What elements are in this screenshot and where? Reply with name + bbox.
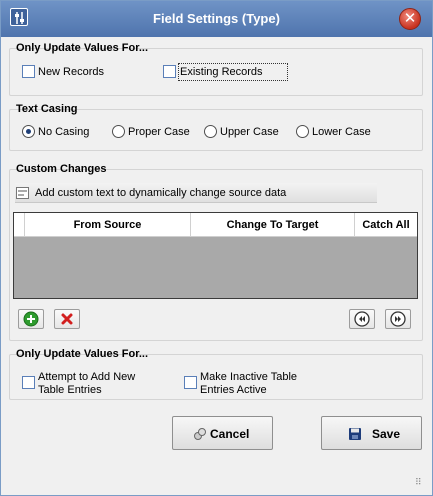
lower-case-radio[interactable] bbox=[296, 125, 309, 138]
add-custom-text-label: Add custom text to dynamically change so… bbox=[35, 187, 287, 199]
update-values-group-2-title: Only Update Values For... bbox=[16, 348, 149, 360]
no-casing-label[interactable]: No Casing bbox=[38, 126, 89, 138]
add-row-button[interactable] bbox=[18, 309, 44, 329]
no-casing-radio[interactable] bbox=[22, 125, 35, 138]
proper-case-radio[interactable] bbox=[112, 125, 125, 138]
upper-case-radio[interactable] bbox=[204, 125, 217, 138]
column-header-from-source[interactable]: From Source bbox=[24, 213, 190, 237]
close-icon[interactable]: ✕ bbox=[399, 8, 421, 30]
upper-case-label[interactable]: Upper Case bbox=[220, 126, 279, 138]
previous-icon bbox=[354, 311, 370, 327]
add-new-table-entries-label-line2[interactable]: Table Entries bbox=[38, 384, 102, 396]
cancel-icon bbox=[194, 428, 206, 440]
new-records-checkbox[interactable] bbox=[22, 65, 35, 78]
previous-button[interactable] bbox=[349, 309, 375, 329]
existing-records-label[interactable]: Existing Records bbox=[180, 66, 263, 78]
existing-records-checkbox[interactable] bbox=[163, 65, 176, 78]
text-insert-icon bbox=[16, 187, 29, 199]
cancel-button[interactable]: Cancel bbox=[172, 416, 273, 450]
field-settings-dialog: Field Settings (Type) ✕ Only Update Valu… bbox=[0, 0, 433, 496]
save-button[interactable]: Save bbox=[321, 416, 422, 450]
text-casing-title: Text Casing bbox=[16, 103, 78, 115]
update-values-group-1-title: Only Update Values For... bbox=[16, 42, 149, 54]
new-records-label[interactable]: New Records bbox=[38, 66, 104, 78]
column-header-catch-all[interactable]: Catch All bbox=[354, 213, 417, 237]
delete-row-button[interactable] bbox=[54, 309, 80, 329]
add-new-table-entries-label-line1[interactable]: Attempt to Add New bbox=[38, 371, 135, 383]
proper-case-label[interactable]: Proper Case bbox=[128, 126, 190, 138]
grid-header: From Source Change To Target Catch All bbox=[14, 213, 417, 237]
window-title: Field Settings (Type) bbox=[153, 11, 280, 26]
plus-icon bbox=[23, 311, 39, 327]
delete-x-icon bbox=[61, 313, 73, 325]
grid-row-selector-header bbox=[14, 213, 24, 237]
custom-changes-grid[interactable]: From Source Change To Target Catch All bbox=[13, 212, 418, 299]
custom-changes-title: Custom Changes bbox=[16, 163, 107, 175]
add-custom-text-button[interactable]: Add custom text to dynamically change so… bbox=[15, 183, 377, 203]
cancel-label: Cancel bbox=[210, 427, 250, 441]
make-inactive-active-label-line1[interactable]: Make Inactive Table bbox=[200, 371, 297, 383]
lower-case-label[interactable]: Lower Case bbox=[312, 126, 371, 138]
next-button[interactable] bbox=[385, 309, 411, 329]
title-bar: Field Settings (Type) ✕ bbox=[1, 1, 432, 37]
add-new-table-entries-checkbox[interactable] bbox=[22, 376, 35, 389]
save-label: Save bbox=[372, 427, 401, 441]
make-inactive-active-label-line2[interactable]: Entries Active bbox=[200, 384, 267, 396]
save-disk-icon bbox=[349, 428, 361, 440]
resize-grip[interactable]: ⠿ bbox=[415, 478, 427, 491]
make-inactive-active-checkbox[interactable] bbox=[184, 376, 197, 389]
next-icon bbox=[390, 311, 406, 327]
column-header-change-to-target[interactable]: Change To Target bbox=[190, 213, 354, 237]
